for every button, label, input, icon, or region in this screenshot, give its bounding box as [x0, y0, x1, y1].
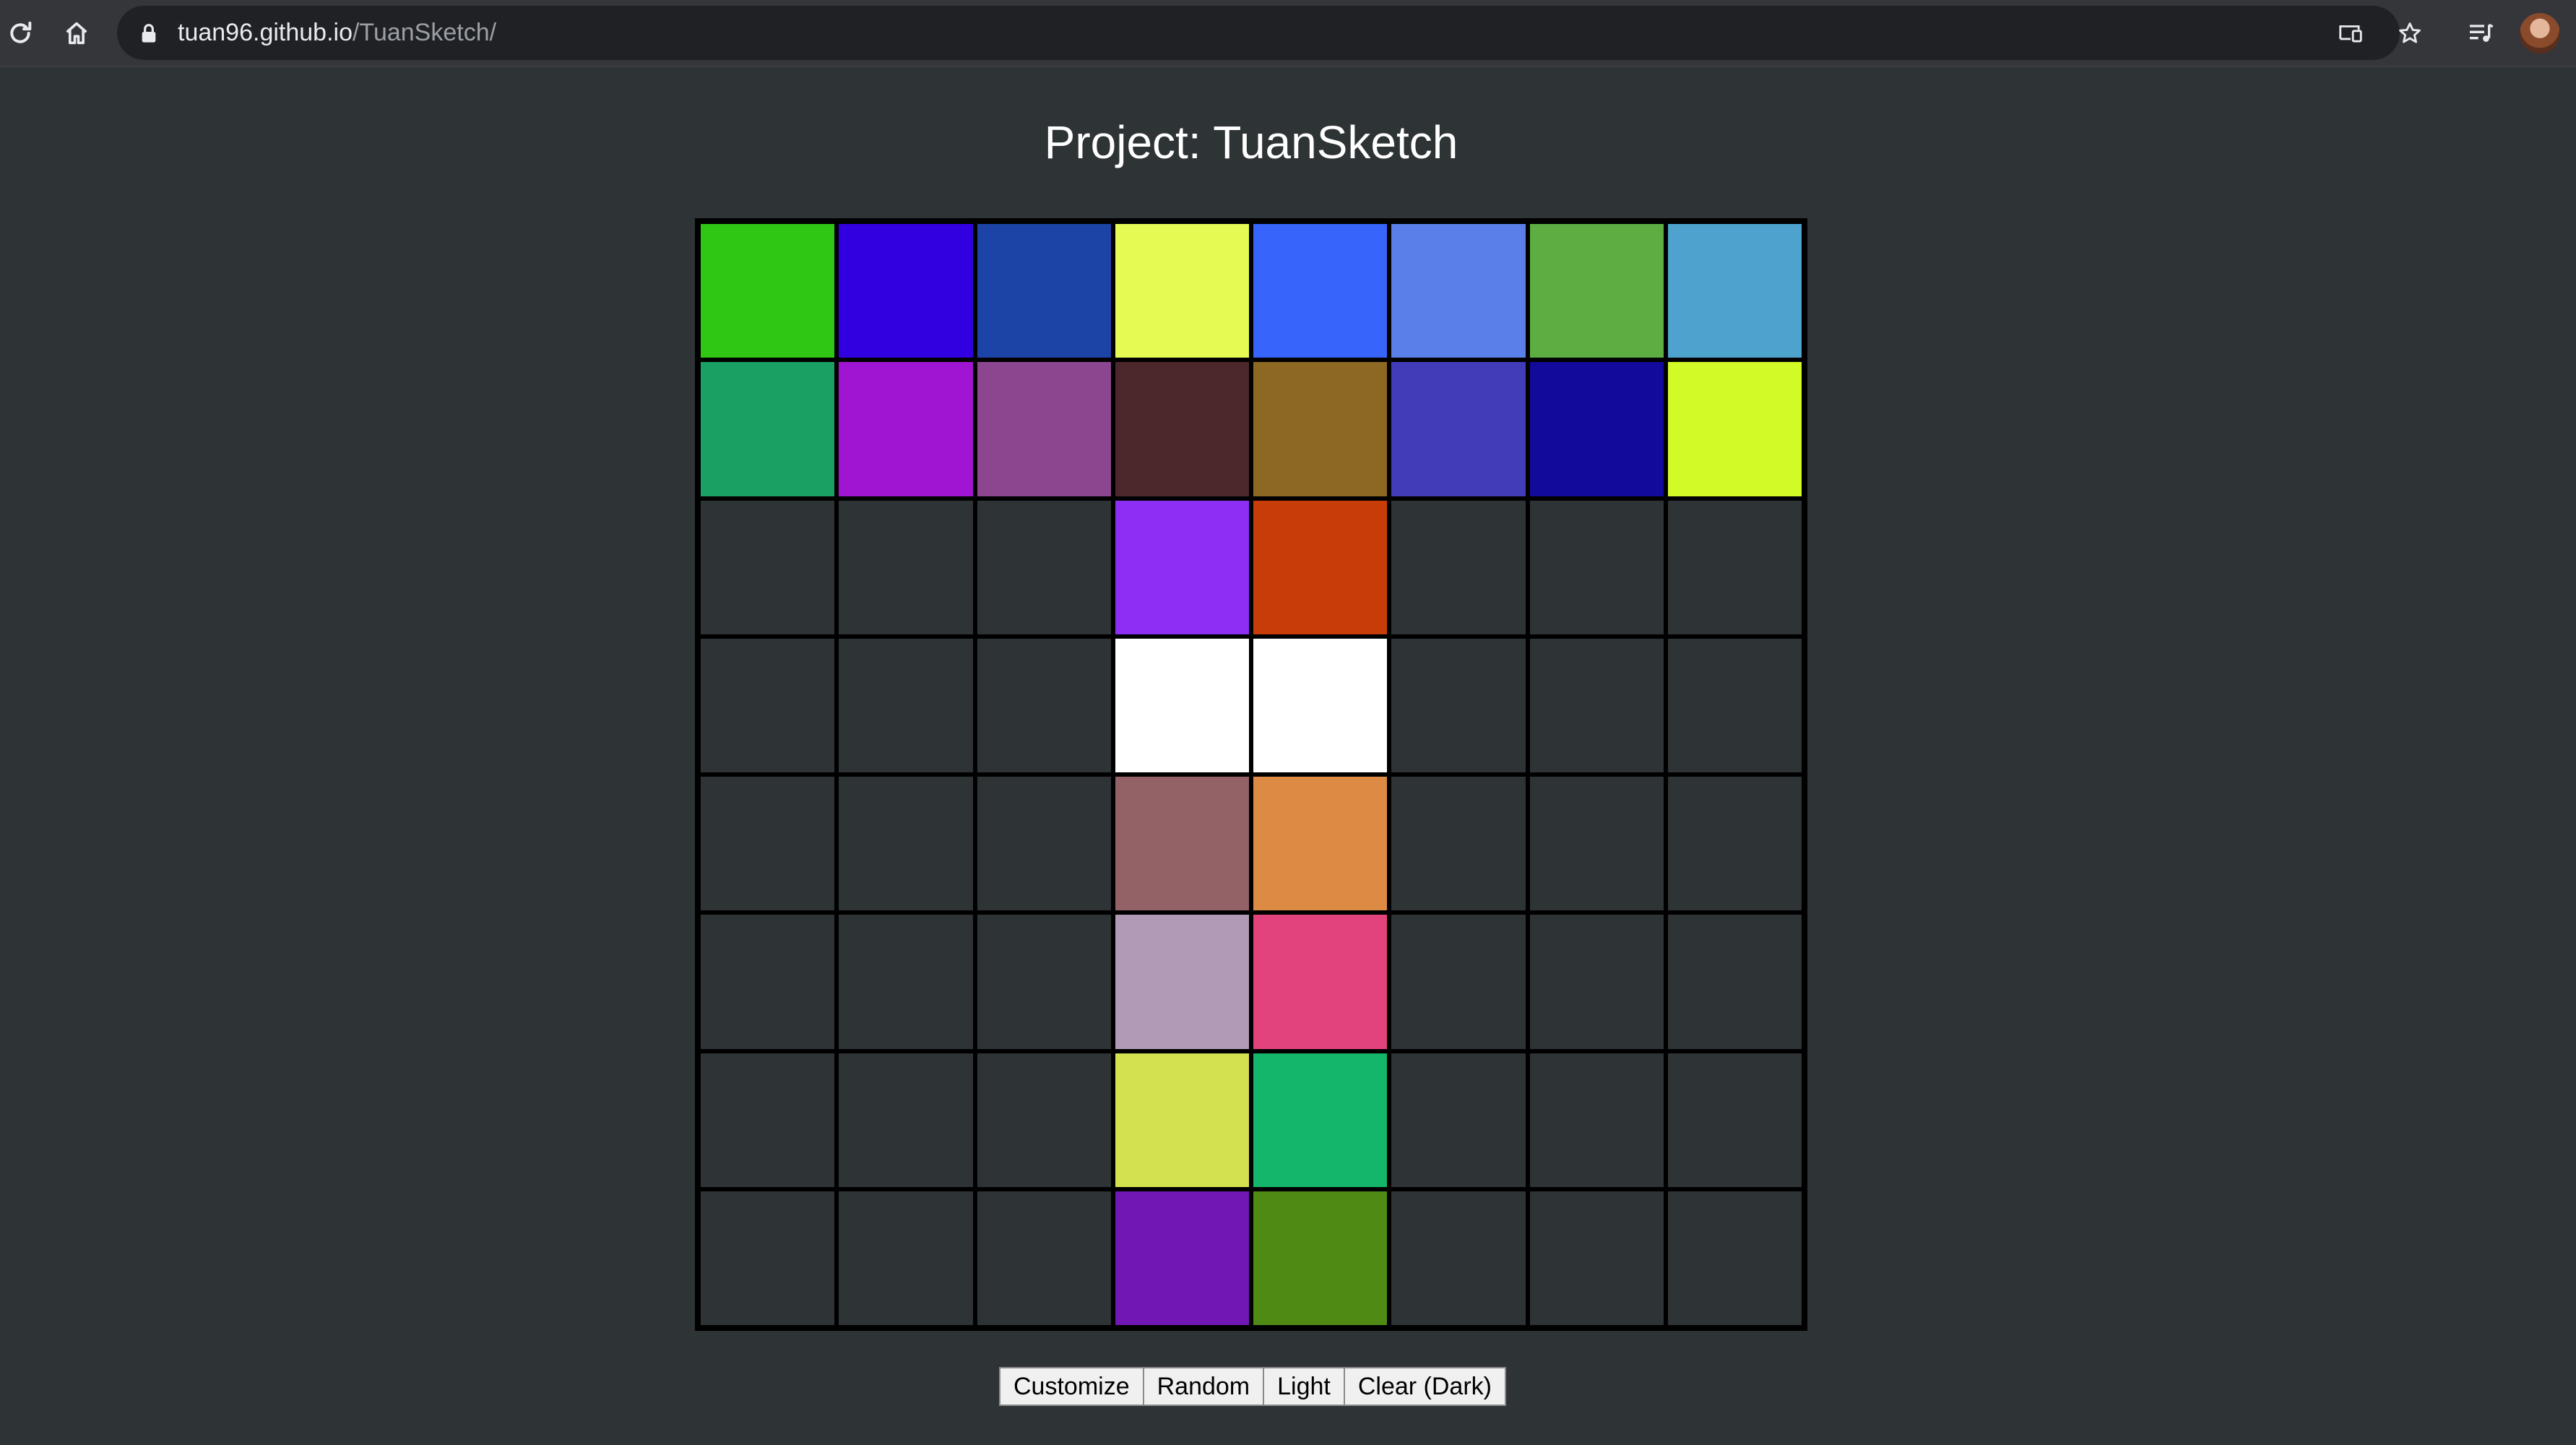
grid-cell[interactable]	[1391, 777, 1526, 911]
light-button[interactable]: Light	[1263, 1367, 1345, 1406]
grid-cell[interactable]	[701, 224, 835, 358]
grid-cell[interactable]	[1253, 1053, 1388, 1187]
page-title: Project: TuanSketch	[1044, 116, 1458, 168]
cast-icon[interactable]	[2333, 16, 2368, 51]
grid-cell[interactable]	[1667, 1053, 1802, 1187]
grid-cell[interactable]	[977, 224, 1111, 358]
grid-cell[interactable]	[1391, 224, 1526, 358]
grid-cell[interactable]	[1391, 362, 1526, 496]
grid-cell[interactable]	[1115, 1053, 1249, 1187]
customize-button[interactable]: Customize	[999, 1367, 1144, 1406]
home-icon[interactable]	[56, 13, 97, 53]
grid-cell[interactable]	[1529, 915, 1664, 1049]
grid-cell[interactable]	[1391, 1191, 1526, 1325]
grid-cell[interactable]	[1115, 1191, 1249, 1325]
grid-cell[interactable]	[839, 915, 973, 1049]
reload-icon[interactable]	[0, 13, 40, 53]
controls-bar: Customize Random Light Clear (Dark)	[999, 1367, 1506, 1406]
grid-cell[interactable]	[1667, 224, 1802, 358]
grid-cell[interactable]	[1115, 362, 1249, 496]
grid-cell[interactable]	[701, 915, 835, 1049]
grid-cell[interactable]	[1115, 224, 1249, 358]
grid-cell[interactable]	[1667, 362, 1802, 496]
grid-cell[interactable]	[977, 1191, 1111, 1325]
url-host: tuan96.github.io	[178, 19, 353, 46]
grid-cell[interactable]	[1115, 777, 1249, 911]
media-queue-icon[interactable]	[2460, 13, 2501, 53]
grid-cell[interactable]	[1115, 915, 1249, 1049]
grid-cell[interactable]	[701, 362, 835, 496]
grid-cell[interactable]	[1529, 638, 1664, 772]
grid-cell[interactable]	[1529, 777, 1664, 911]
lock-icon[interactable]	[137, 22, 160, 45]
grid-cell[interactable]	[1391, 638, 1526, 772]
grid-cell[interactable]	[839, 224, 973, 358]
grid-cell[interactable]	[1253, 1191, 1388, 1325]
grid-cell[interactable]	[701, 638, 835, 772]
grid-cell[interactable]	[701, 1191, 835, 1325]
grid-cell[interactable]	[1529, 362, 1664, 496]
random-button[interactable]: Random	[1142, 1367, 1265, 1406]
grid-cell[interactable]	[977, 362, 1111, 496]
grid-cell[interactable]	[1667, 1191, 1802, 1325]
grid-cell[interactable]	[1115, 638, 1249, 772]
grid-cell[interactable]	[701, 500, 835, 634]
grid-cell[interactable]	[1667, 500, 1802, 634]
grid-cell[interactable]	[1253, 362, 1388, 496]
grid-cell[interactable]	[1529, 224, 1664, 358]
grid-cell[interactable]	[1253, 915, 1388, 1049]
grid-cell[interactable]	[839, 362, 973, 496]
clear-dark-button[interactable]: Clear (Dark)	[1343, 1367, 1506, 1406]
grid-cell[interactable]	[977, 638, 1111, 772]
grid-cell[interactable]	[1253, 500, 1388, 634]
grid-cell[interactable]	[1391, 1053, 1526, 1187]
grid-cell[interactable]	[1667, 915, 1802, 1049]
grid-cell[interactable]	[1667, 638, 1802, 772]
grid-cell[interactable]	[1667, 777, 1802, 911]
grid-cell[interactable]	[977, 915, 1111, 1049]
grid-cell[interactable]	[1529, 1053, 1664, 1187]
url-text[interactable]: tuan96.github.io/TuanSketch/	[178, 6, 496, 60]
grid-cell[interactable]	[839, 777, 973, 911]
grid-cell[interactable]	[701, 1053, 835, 1187]
grid-cell[interactable]	[839, 500, 973, 634]
grid-cell[interactable]	[839, 638, 973, 772]
grid-cell[interactable]	[1115, 500, 1249, 634]
grid-cell[interactable]	[1253, 224, 1388, 358]
grid-cell[interactable]	[1253, 777, 1388, 911]
grid-cell[interactable]	[977, 500, 1111, 634]
grid-cell[interactable]	[1391, 915, 1526, 1049]
sketch-grid[interactable]	[695, 218, 1807, 1331]
address-bar[interactable]: tuan96.github.io/TuanSketch/	[117, 6, 2421, 60]
grid-cell[interactable]	[1253, 638, 1388, 772]
avatar[interactable]	[2520, 13, 2560, 53]
url-path: /TuanSketch/	[352, 19, 497, 46]
grid-cell[interactable]	[1529, 1191, 1664, 1325]
browser-toolbar: tuan96.github.io/TuanSketch/	[0, 0, 2576, 67]
grid-cell[interactable]	[1391, 500, 1526, 634]
grid-cell[interactable]	[701, 777, 835, 911]
grid-cell[interactable]	[1529, 500, 1664, 634]
grid-cell[interactable]	[977, 777, 1111, 911]
grid-cell[interactable]	[977, 1053, 1111, 1187]
star-icon[interactable]	[2393, 16, 2427, 51]
grid-cell[interactable]	[839, 1053, 973, 1187]
grid-cell[interactable]	[839, 1191, 973, 1325]
